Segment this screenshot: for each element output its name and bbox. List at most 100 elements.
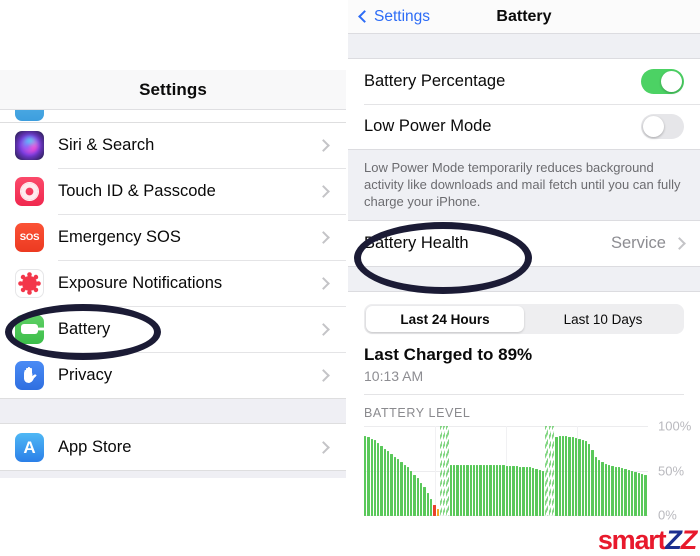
chart-bar [604, 463, 607, 516]
ytick-0: 0% [658, 507, 677, 523]
sidebar-item-privacy[interactable]: Privacy [0, 352, 346, 398]
usage-range-segmented-control[interactable]: Last 24 Hours Last 10 Days [364, 304, 684, 334]
chart-bar [591, 450, 594, 516]
app-store-icon [15, 432, 44, 462]
chart-bar [535, 469, 538, 516]
row-label: Low Power Mode [364, 117, 492, 135]
chart-bar [380, 445, 383, 516]
chart-bar [459, 464, 462, 516]
settings-group-2: App Store [0, 424, 346, 470]
chart-bar [420, 482, 423, 516]
chart-bar [436, 508, 439, 516]
chart-bar [512, 465, 515, 516]
chart-bar [631, 471, 634, 516]
chart-bar [400, 462, 403, 516]
sos-icon-text: SOS [19, 231, 40, 243]
chevron-right-icon [317, 368, 330, 382]
chart-bar [611, 465, 614, 516]
chart-bar [383, 448, 387, 516]
segment-last-10-days[interactable]: Last 10 Days [524, 306, 682, 332]
chart-bar [502, 464, 505, 516]
chart-bar [476, 464, 479, 516]
chart-bar [439, 426, 443, 516]
chart-bar [453, 464, 456, 516]
low-power-mode-footnote: Low Power Mode temporarily reduces backg… [348, 149, 700, 221]
sidebar-item-label: Siri & Search [58, 135, 155, 154]
chart-bar [479, 464, 482, 516]
chart-bar [545, 426, 548, 516]
chart-bar [621, 468, 624, 516]
chart-bar [555, 436, 558, 516]
chart-bar [518, 466, 522, 516]
battery-level-chart: 100% 50% 0% [364, 419, 700, 523]
exposure-notifications-icon [15, 268, 44, 298]
chart-bar [571, 436, 574, 516]
chart-bar [482, 464, 485, 516]
chart-bar [485, 464, 489, 516]
chevron-right-icon [673, 237, 686, 250]
chart-bar [551, 426, 555, 516]
chart-bar [548, 426, 551, 516]
list-bottom-gap [0, 470, 346, 478]
battery-percentage-toggle[interactable] [641, 69, 684, 94]
ytick-100: 100% [658, 418, 692, 434]
chart-bar [598, 460, 601, 516]
toggle-knob [660, 70, 683, 93]
chart-bar [644, 474, 647, 516]
touchid-icon [15, 176, 44, 206]
chart-bar [446, 426, 449, 516]
chart-bar [472, 464, 476, 516]
siri-icon [15, 130, 44, 160]
battery-level-section-title: BATTERY LEVEL [364, 406, 471, 420]
chart-bar [489, 464, 492, 516]
left-nav-bar: Settings [0, 70, 346, 110]
back-button[interactable]: Settings [358, 7, 431, 26]
sidebar-item-emergency-sos[interactable]: SOS Emergency SOS [0, 214, 346, 260]
last-charged-title: Last Charged to 89% [364, 345, 533, 364]
chart-bar [423, 487, 426, 516]
settings-group-1: Siri & Search Touch ID & Passcode SOS Em… [0, 122, 346, 398]
settings-group-divider [0, 398, 346, 424]
chart-bar [367, 436, 370, 516]
chart-bar [594, 456, 598, 516]
chart-bars [364, 426, 648, 516]
battery-detail-panel: Settings Battery Battery Percentage Low … [348, 0, 700, 556]
chart-bar [499, 464, 502, 516]
row-battery-health[interactable]: Battery Health Service [348, 221, 700, 266]
chart-bar [542, 471, 545, 516]
chart-bar [370, 438, 373, 516]
battery-health-value: Service [610, 234, 666, 252]
row-low-power-mode[interactable]: Low Power Mode [348, 104, 700, 149]
chart-bar [364, 435, 367, 516]
sidebar-item-touch-id-passcode[interactable]: Touch ID & Passcode [0, 168, 346, 214]
section-spacer-middle [348, 266, 700, 292]
chart-bar [406, 467, 410, 516]
sidebar-item-label: App Store [58, 437, 132, 456]
page-title: Settings [139, 79, 207, 99]
chart-bar [532, 468, 535, 516]
sidebar-item-battery[interactable]: Battery [0, 306, 346, 352]
chart-bar [469, 464, 472, 516]
chevron-right-icon [317, 276, 330, 290]
chart-bar [505, 465, 509, 516]
sidebar-item-exposure-notifications[interactable]: Exposure Notifications [0, 260, 346, 306]
back-button-label: Settings [374, 7, 431, 25]
chart-bar [538, 470, 542, 516]
chart-bar [443, 426, 446, 516]
section-spacer-top [348, 33, 700, 59]
watermark-text-z2: Z [680, 525, 698, 555]
chevron-right-icon [317, 322, 330, 336]
sidebar-item-siri-search[interactable]: Siri & Search [0, 122, 346, 168]
chart-bar [565, 435, 568, 516]
settings-list-panel: Settings Siri & Search Touch ID & Passco… [0, 70, 346, 478]
chart-bar [640, 473, 644, 516]
chevron-right-icon [317, 230, 330, 244]
low-power-mode-toggle[interactable] [641, 114, 684, 139]
chart-bar [614, 466, 617, 516]
sidebar-item-app-store[interactable]: App Store [0, 424, 346, 470]
row-battery-percentage[interactable]: Battery Percentage [348, 59, 700, 104]
chart-bar [522, 466, 525, 516]
segment-last-24-hours[interactable]: Last 24 Hours [366, 306, 524, 332]
chart-bar [584, 441, 588, 516]
partial-app-icon [15, 110, 44, 121]
